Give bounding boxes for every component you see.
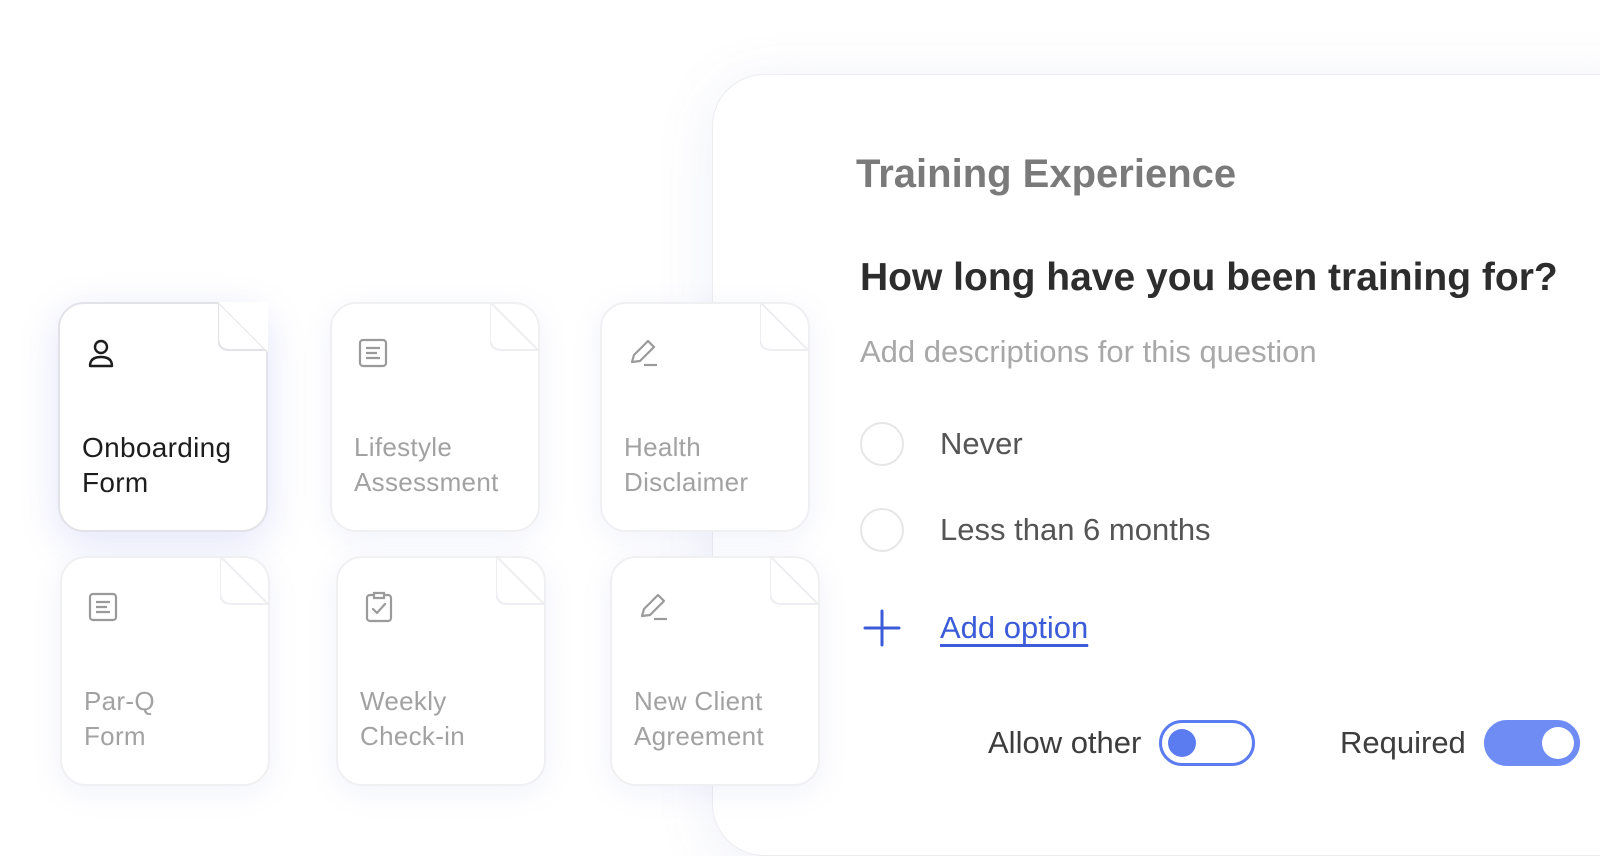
clipboard-check-icon [365,591,393,623]
option-label[interactable]: Less than 6 months [940,512,1211,548]
toggle-knob [1168,729,1197,757]
card-title-line: New Client [634,686,763,716]
template-card-onboarding-form[interactable]: Onboarding Form [58,302,268,532]
card-title: Health Disclaimer [624,430,748,500]
template-card-weekly-check-in[interactable]: Weekly Check-in [336,556,546,786]
pen-icon [640,593,667,621]
add-option-link[interactable]: Add option [940,610,1088,646]
card-title-line: Par-Q [84,686,155,716]
question-description-input[interactable]: Add descriptions for this question [860,334,1317,370]
pen-icon [630,339,657,367]
template-card-lifestyle-assessment[interactable]: Lifestyle Assessment [330,302,540,532]
card-title: Onboarding Form [82,430,231,500]
user-icon [88,339,114,368]
page-fold [760,302,810,351]
required-setting: Required [1340,718,1580,768]
allow-other-toggle[interactable] [1159,720,1256,766]
allow-other-setting: Allow other [988,718,1256,768]
option-never[interactable]: Never [860,420,1023,468]
page-fold [218,302,268,352]
card-title-line: Assessment [354,467,499,497]
section-title[interactable]: Training Experience [856,152,1236,197]
card-title-line: Lifestyle [354,432,453,462]
card-title: Weekly Check-in [360,684,465,754]
card-title: Lifestyle Assessment [354,430,499,500]
option-less-than-6-months[interactable]: Less than 6 months [860,506,1211,554]
document-icon [358,338,388,368]
card-title: Par-Q Form [84,684,155,754]
card-title-line: Check-in [360,721,465,751]
template-card-new-client-agreement[interactable]: New Client Agreement [610,556,820,786]
card-title-line: Disclaimer [624,467,749,497]
radio-button[interactable] [860,422,904,466]
card-title: New Client Agreement [634,684,764,754]
required-label: Required [1340,725,1466,760]
card-title-line: Health [624,432,701,462]
radio-button[interactable] [860,508,904,552]
card-title-line: Onboarding [82,432,232,463]
card-title-line: Form [84,721,146,751]
page-fold [770,556,820,605]
card-title-line: Agreement [634,721,764,751]
option-label[interactable]: Never [940,426,1023,462]
card-title-line: Form [82,467,149,498]
card-title-line: Weekly [360,686,447,716]
template-card-health-disclaimer[interactable]: Health Disclaimer [600,302,810,532]
page-fold [220,556,270,605]
toggle-knob [1541,727,1574,759]
required-toggle[interactable] [1483,720,1580,766]
add-option-button[interactable]: Add option [860,604,1088,652]
document-icon [88,592,118,622]
template-card-par-q-form[interactable]: Par-Q Form [60,556,270,786]
page-fold [496,556,546,605]
page-fold [490,302,540,351]
allow-other-label: Allow other [988,725,1142,760]
plus-icon[interactable] [860,606,904,650]
question-title[interactable]: How long have you been training for? [860,256,1558,300]
